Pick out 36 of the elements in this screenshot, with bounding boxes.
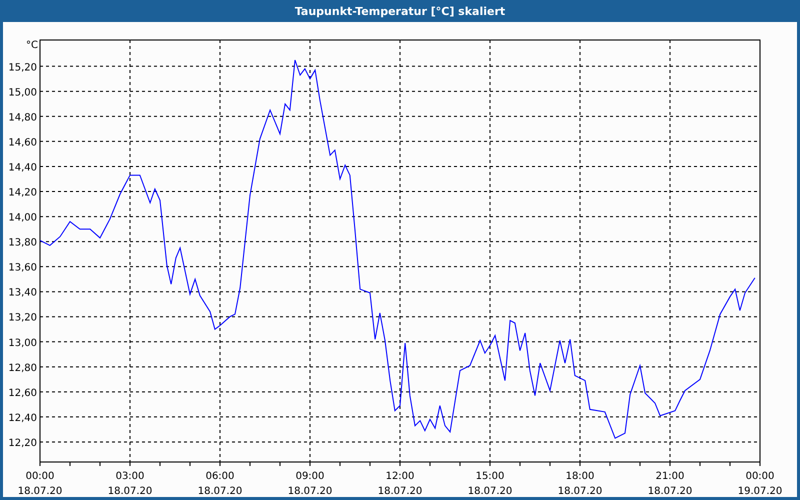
x-tick-time: 03:00 bbox=[116, 471, 144, 482]
y-tick-label: 13,80 bbox=[8, 238, 37, 249]
x-tick-time: 00:00 bbox=[26, 471, 54, 482]
x-tick-time: 21:00 bbox=[656, 471, 684, 482]
y-tick-label: 12,80 bbox=[8, 362, 37, 374]
x-tick-date: 18.07.20 bbox=[288, 486, 332, 497]
window-title: Taupunkt-Temperatur [°C] skaliert bbox=[3, 0, 797, 22]
x-tick-time: 15:00 bbox=[476, 471, 504, 482]
y-axis-unit: °C bbox=[26, 40, 38, 51]
y-tick-label: 13,40 bbox=[8, 288, 37, 299]
y-tick-label: 13,00 bbox=[8, 338, 37, 349]
x-tick-date: 19.07.20 bbox=[738, 486, 782, 497]
x-tick-time: 09:00 bbox=[296, 471, 324, 482]
y-tick-label: 14,60 bbox=[8, 137, 37, 148]
y-tick-label: 14,40 bbox=[8, 162, 37, 174]
y-tick-label: 13,20 bbox=[8, 312, 37, 324]
x-tick-date: 18.07.20 bbox=[108, 486, 152, 497]
y-tick-label: 14,20 bbox=[8, 188, 37, 199]
x-tick-date: 18.07.20 bbox=[198, 486, 242, 497]
x-tick-time: 06:00 bbox=[206, 471, 234, 482]
y-tick-label: 12,20 bbox=[8, 438, 37, 449]
y-tick-label: 12,60 bbox=[8, 388, 37, 399]
y-tick-label: 14,00 bbox=[8, 212, 37, 224]
x-tick-date: 18.07.20 bbox=[468, 486, 512, 497]
x-tick-time: 18:00 bbox=[566, 471, 594, 482]
y-tick-label: 13,60 bbox=[8, 262, 37, 274]
x-tick-date: 18.07.20 bbox=[18, 486, 62, 497]
x-tick-date: 18.07.20 bbox=[648, 486, 692, 497]
x-tick-time: 00:00 bbox=[746, 471, 774, 482]
y-tick-label: 14,80 bbox=[8, 112, 37, 124]
x-tick-date: 18.07.20 bbox=[378, 486, 422, 497]
x-tick-date: 18.07.20 bbox=[558, 486, 602, 497]
y-tick-label: 15,20 bbox=[8, 62, 37, 74]
y-tick-label: 12,40 bbox=[8, 412, 37, 424]
x-tick-time: 12:00 bbox=[386, 471, 414, 482]
y-tick-label: 15,00 bbox=[8, 87, 37, 98]
